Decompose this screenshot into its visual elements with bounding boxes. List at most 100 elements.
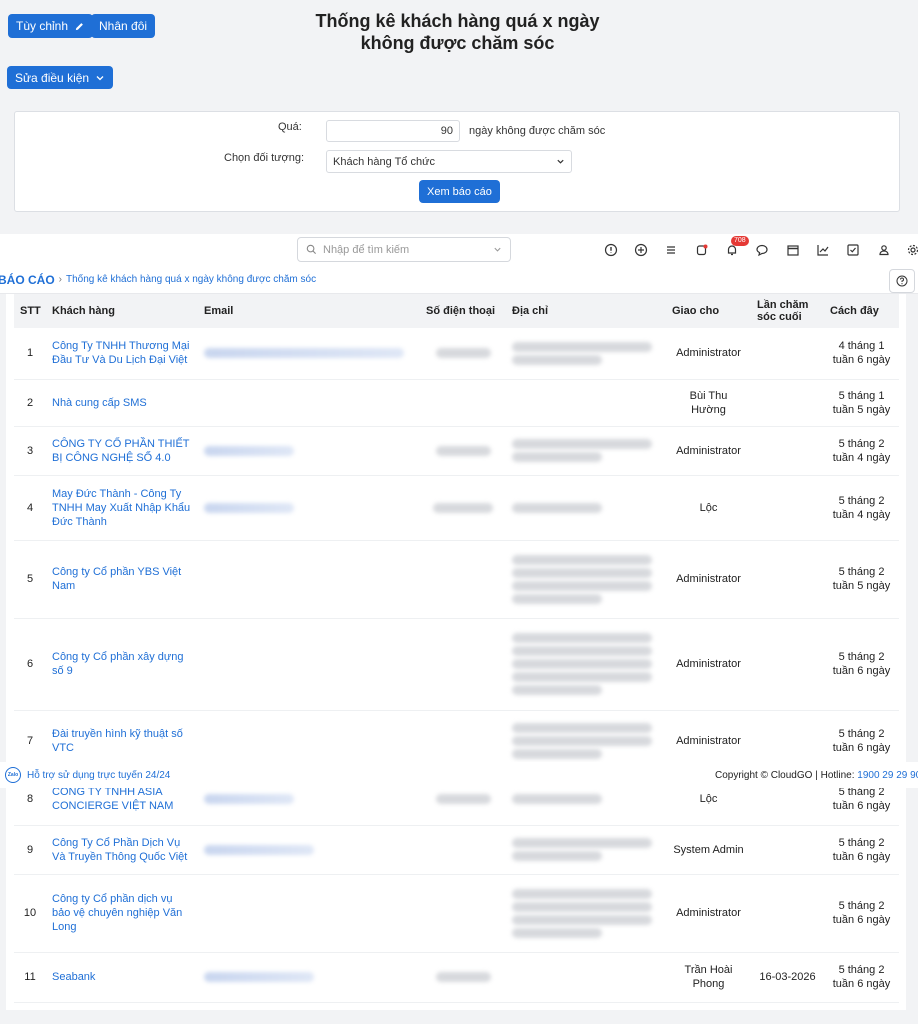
- cell-stt: 1: [14, 328, 46, 380]
- header-ago[interactable]: Cách đây: [824, 294, 899, 328]
- add-circle-icon[interactable]: [632, 241, 650, 259]
- table-row[interactable]: 4 May Đức Thành - Công Ty TNHH May Xuất N…: [14, 475, 899, 541]
- edit-conditions-button[interactable]: Sửa điều kiện: [7, 66, 114, 89]
- cell-customer-link[interactable]: May Đức Thành - Công Ty TNHH May Xuất Nh…: [46, 475, 198, 541]
- cell-assigned: Administrator: [666, 328, 751, 380]
- redacted-email: [204, 445, 294, 456]
- cell-ago: 4 tháng 1 tuần 6 ngày: [824, 328, 899, 380]
- header-email[interactable]: Email: [198, 294, 420, 328]
- search-input[interactable]: Nhập để tìm kiếm: [297, 237, 511, 262]
- days-value: 90: [440, 125, 453, 137]
- report-table-container: STT Khách hàng Email Số điện thoại Địa c…: [6, 294, 906, 1010]
- header-customer[interactable]: Khách hàng: [46, 294, 198, 328]
- page-title: Thống kê khách hàng quá x ngày không đượ…: [290, 10, 625, 54]
- user-icon[interactable]: [875, 241, 893, 259]
- table-row[interactable]: 3 CÔNG TY CỔ PHẦN THIẾT BỊ CÔNG NGHỆ SỐ 4…: [14, 426, 899, 476]
- cell-customer-link[interactable]: Công ty Cổ phần YBS Việt Nam: [46, 540, 198, 619]
- days-input[interactable]: 90: [326, 120, 460, 142]
- table-row[interactable]: 9 Công Ty Cổ Phần Dịch Vụ Và Truyền Thông…: [14, 825, 899, 875]
- cell-email: [198, 540, 420, 619]
- cell-email: [198, 328, 420, 380]
- checkbox-icon[interactable]: [844, 241, 862, 259]
- cell-last-care: [751, 874, 824, 953]
- top-navbar: Nhập để tìm kiếm 708: [0, 234, 918, 266]
- duplicate-button-label: Nhân đôi: [99, 19, 148, 33]
- cell-address: [506, 379, 666, 427]
- cell-phone: [420, 426, 506, 476]
- redacted-address-line: [512, 646, 652, 656]
- footer-bar: Zalo Hỗ trợ sử dụng trực tuyến 24/24 Cop…: [0, 762, 918, 788]
- customize-button[interactable]: Tùy chỉnh: [8, 14, 94, 38]
- cell-customer-link[interactable]: CÔNG TY CỔ PHẦN THIẾT BỊ CÔNG NGHỆ SỐ 4.…: [46, 426, 198, 476]
- cell-customer-link[interactable]: Công Ty Cổ Phần Dịch Vụ Và Truyền Thông …: [46, 825, 198, 875]
- redacted-phone: [433, 502, 493, 513]
- view-report-button[interactable]: Xem báo cáo: [419, 180, 500, 203]
- breadcrumb-separator-icon: ›: [58, 274, 63, 285]
- table-row[interactable]: 2 Nhà cung cấp SMS Bùi Thu Hường 5 tháng 1 …: [14, 379, 899, 427]
- cell-assigned: Trần Hoài Phong: [666, 952, 751, 1003]
- notification-badge: 708: [731, 236, 749, 246]
- redacted-address-line: [512, 593, 602, 604]
- header-phone[interactable]: Số điện thoại: [420, 294, 506, 328]
- redacted-address-line: [512, 851, 602, 861]
- breadcrumb-current[interactable]: Thống kê khách hàng quá x ngày không đượ…: [66, 274, 316, 285]
- table-row[interactable]: 5 Công ty Cổ phần YBS Việt Nam Administrat…: [14, 540, 899, 619]
- chevron-down-icon: [96, 75, 104, 80]
- header-stt[interactable]: STT: [14, 294, 46, 328]
- table-row[interactable]: 10 Công ty Cổ phần dịch vụ bảo vệ chuyên …: [14, 874, 899, 953]
- redacted-address-line: [512, 633, 652, 643]
- redacted-address-line: [512, 452, 602, 462]
- cell-customer-link[interactable]: Seabank: [46, 952, 198, 1003]
- chart-icon[interactable]: [814, 241, 832, 259]
- cell-email: [198, 426, 420, 476]
- cell-last-care: [751, 475, 824, 541]
- view-report-label: Xem báo cáo: [427, 185, 492, 198]
- header-assigned[interactable]: Giao cho: [666, 294, 751, 328]
- table-row[interactable]: 1 Công Ty TNHH Thương Mại Đầu Tư Và Du Lị…: [14, 328, 899, 380]
- cell-customer-link[interactable]: Công ty Cổ phần xây dựng số 9: [46, 618, 198, 711]
- help-button[interactable]: [889, 269, 915, 293]
- redacted-email: [204, 502, 294, 513]
- redacted-address-line: [512, 927, 602, 938]
- cell-customer-link[interactable]: Công Ty TNHH Thương Mại Đầu Tư Và Du Lịc…: [46, 328, 198, 380]
- header-last-care[interactable]: Lần chăm sóc cuối: [751, 294, 824, 328]
- cell-phone: [420, 540, 506, 619]
- duplicate-button[interactable]: Nhân đôi: [91, 14, 156, 38]
- target-value: Khách hàng Tổ chức: [333, 155, 435, 168]
- task-icon[interactable]: [693, 241, 711, 259]
- redacted-address-line: [512, 672, 652, 682]
- table-row[interactable]: 6 Công ty Cổ phần xây dựng số 9 Administra…: [14, 618, 899, 711]
- chat-icon[interactable]: [753, 241, 771, 259]
- conditions-panel: Quá: 90 ngày không được chăm sóc Chọn đố…: [14, 111, 900, 212]
- cell-ago: 5 tháng 2 tuần 6 ngày: [824, 874, 899, 953]
- table-header-row: STT Khách hàng Email Số điện thoại Địa c…: [14, 294, 899, 328]
- hotline-label: Hotline:: [820, 769, 855, 781]
- redacted-address-line: [512, 838, 652, 848]
- header-address[interactable]: Địa chỉ: [506, 294, 666, 328]
- cell-assigned: Bùi Thu Hường: [666, 379, 751, 427]
- redacted-address-line: [512, 685, 602, 695]
- bell-icon[interactable]: 708: [723, 236, 749, 259]
- breadcrumb-root[interactable]: BÁO CÁO: [0, 273, 55, 287]
- hotline-number[interactable]: 1900 29 29 90: [857, 770, 918, 781]
- redacted-email: [204, 844, 314, 855]
- list-icon[interactable]: [662, 241, 680, 259]
- support-link[interactable]: Hỗ trợ sử dụng trực tuyến 24/24: [27, 770, 170, 781]
- search-placeholder: Nhập để tìm kiếm: [323, 243, 410, 256]
- table-row[interactable]: 11 Seabank Trần Hoài Phong 16-03-2026 5 thán…: [14, 952, 899, 1003]
- zalo-icon[interactable]: Zalo: [5, 767, 21, 783]
- cell-ago: 5 tháng 2 tuần 4 ngày: [824, 426, 899, 476]
- cell-last-care: 16-03-2026: [751, 952, 824, 1003]
- cell-customer-link[interactable]: Nhà cung cấp SMS: [46, 379, 198, 427]
- cell-assigned: Administrator: [666, 426, 751, 476]
- gear-icon[interactable]: [904, 241, 918, 259]
- info-icon[interactable]: [602, 241, 620, 259]
- cell-last-care: [751, 379, 824, 427]
- cell-assigned: System Admin: [666, 825, 751, 875]
- cell-customer-link[interactable]: Công ty Cổ phần dịch vụ bảo vệ chuyên ng…: [46, 874, 198, 953]
- calendar-icon[interactable]: [784, 241, 802, 259]
- target-select[interactable]: Khách hàng Tổ chức: [326, 150, 572, 173]
- target-label: Chọn đối tượng:: [224, 152, 305, 164]
- cell-stt: 9: [14, 825, 46, 875]
- redacted-phone: [435, 972, 491, 982]
